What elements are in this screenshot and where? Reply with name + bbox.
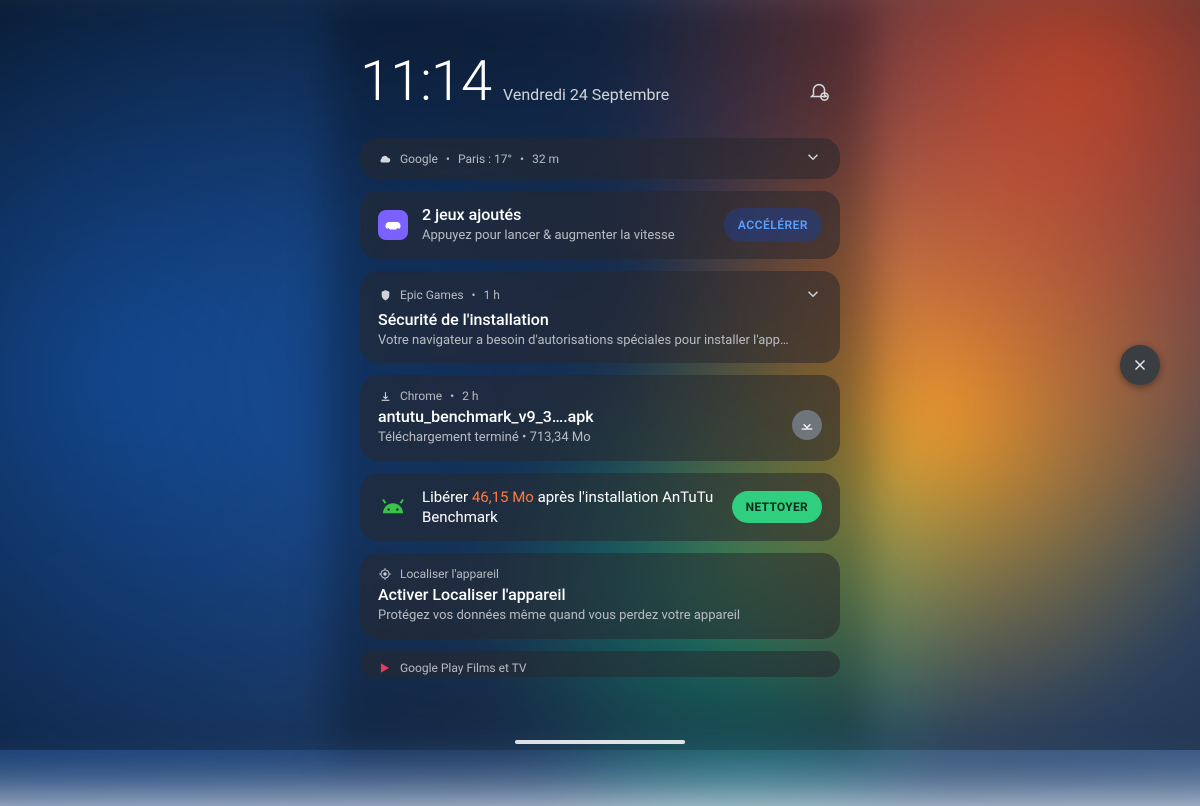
- locate-icon: [378, 567, 392, 581]
- find-device-card[interactable]: Localiser l'appareil Activer Localiser l…: [360, 553, 840, 639]
- weather-location: Paris: [458, 152, 485, 166]
- clock-date: Vendredi 24 Septembre: [503, 85, 669, 104]
- chrome-file-body: Téléchargement terminé • 713,34 Mo: [378, 429, 792, 447]
- findmy-app-name: Localiser l'appareil: [400, 567, 499, 581]
- play-films-icon: [378, 661, 392, 675]
- epic-app-name: Epic Games: [400, 288, 464, 302]
- chrome-download-card[interactable]: Chrome • 2 h antutu_benchmark_v9_3….apk …: [360, 375, 840, 461]
- android-icon: [378, 492, 408, 522]
- epic-body: Votre navigateur a besoin d'autorisation…: [378, 332, 822, 350]
- clean-button[interactable]: NETTOYER: [732, 491, 822, 523]
- notification-shade: 11:14 Vendredi 24 Septembre Google • Par…: [360, 48, 840, 689]
- play-films-app-name: Google Play Films et TV: [400, 661, 527, 675]
- weather-card[interactable]: Google • Paris : 17° • 32 m: [360, 138, 840, 179]
- chrome-age: 2 h: [462, 389, 478, 403]
- clock-time: 11:14: [360, 48, 491, 114]
- play-films-card[interactable]: Google Play Films et TV: [360, 651, 840, 677]
- epic-title: Sécurité de l'installation: [378, 310, 822, 329]
- weather-temp: 17°: [494, 152, 512, 166]
- chrome-file-title: antutu_benchmark_v9_3….apk: [378, 407, 792, 426]
- alarm-settings-icon[interactable]: [808, 80, 830, 102]
- chevron-down-icon[interactable]: [804, 285, 822, 306]
- shield-icon: [378, 288, 392, 302]
- accelerate-button[interactable]: ACCÉLÉRER: [724, 208, 822, 242]
- cloud-icon: [378, 152, 392, 166]
- epic-age: 1 h: [484, 288, 500, 302]
- chrome-app-name: Chrome: [400, 389, 442, 403]
- download-complete-icon: [378, 389, 392, 403]
- download-done-badge[interactable]: [792, 410, 822, 440]
- game-turbo-card[interactable]: 2 jeux ajoutés Appuyez pour lancer & aug…: [360, 191, 840, 259]
- findmy-body: Protégez vos données même quand vous per…: [378, 607, 822, 625]
- weather-age: 32 m: [532, 152, 559, 166]
- findmy-title: Activer Localiser l'appareil: [378, 585, 822, 604]
- close-button[interactable]: [1120, 345, 1160, 385]
- games-body: Appuyez pour lancer & augmenter la vites…: [422, 227, 710, 245]
- cleaner-card[interactable]: Libérer 46,15 Mo après l'installation An…: [360, 473, 840, 542]
- game-controller-icon: [378, 210, 408, 240]
- epic-games-card[interactable]: Epic Games • 1 h Sécurité de l'installat…: [360, 271, 840, 364]
- home-indicator[interactable]: [515, 740, 685, 744]
- weather-source: Google: [400, 152, 438, 166]
- games-title: 2 jeux ajoutés: [422, 205, 710, 224]
- cleaner-text: Libérer 46,15 Mo après l'installation An…: [422, 487, 718, 528]
- clock-row: 11:14 Vendredi 24 Septembre: [360, 48, 840, 114]
- chevron-down-icon[interactable]: [804, 148, 822, 169]
